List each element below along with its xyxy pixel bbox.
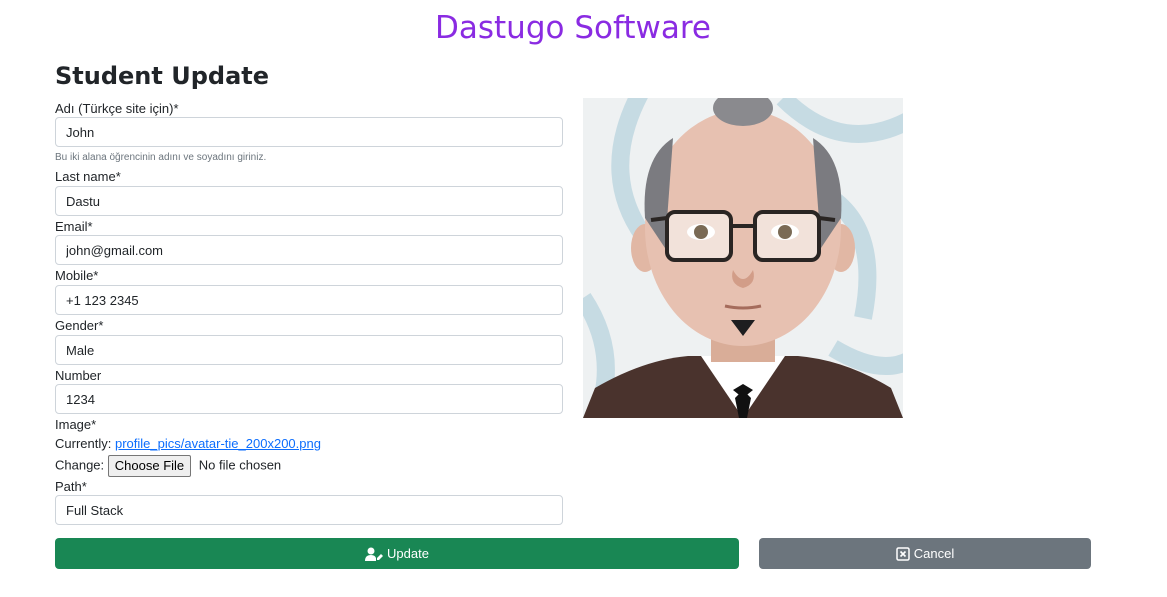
page-title: Student Update (55, 62, 270, 90)
last-name-input[interactable] (55, 186, 563, 216)
close-box-icon (896, 546, 910, 561)
update-button-label: Update (387, 546, 429, 561)
gender-input[interactable] (55, 335, 563, 365)
first-name-label: Adı (Türkçe site için)* (55, 101, 179, 116)
cancel-button-label: Cancel (913, 546, 955, 561)
choose-file-button[interactable]: Choose File (107, 455, 192, 477)
image-currently-label: Currently: (55, 436, 112, 451)
image-change-label: Change: (55, 457, 105, 473)
first-name-help: Bu iki alana öğrencinin adını ve soyadın… (55, 152, 267, 163)
number-input[interactable] (55, 384, 563, 414)
no-file-text: No file chosen (198, 457, 282, 473)
gender-label: Gender* (55, 318, 104, 333)
user-edit-icon (365, 547, 384, 561)
last-name-label: Last name* (55, 169, 121, 184)
brand-title: Dastugo Software (435, 10, 711, 46)
path-label: Path* (55, 479, 87, 494)
email-input[interactable] (55, 235, 563, 265)
email-label: Email* (55, 219, 93, 234)
mobile-label: Mobile* (55, 268, 99, 283)
student-avatar-image (575, 83, 918, 432)
image-current-link[interactable]: profile_pics/avatar-tie_200x200.png (115, 436, 321, 451)
mobile-input[interactable] (55, 285, 563, 315)
path-input[interactable] (55, 495, 563, 525)
image-current-row: Currently: profile_pics/avatar-tie_200x2… (55, 436, 321, 452)
number-label: Number (55, 368, 102, 383)
image-label: Image* (55, 417, 97, 432)
image-change-row: Change: Choose File No file chosen (55, 455, 281, 477)
update-button[interactable]: Update (55, 538, 739, 569)
cancel-button[interactable]: Cancel (759, 538, 1091, 569)
first-name-input[interactable] (55, 117, 563, 147)
